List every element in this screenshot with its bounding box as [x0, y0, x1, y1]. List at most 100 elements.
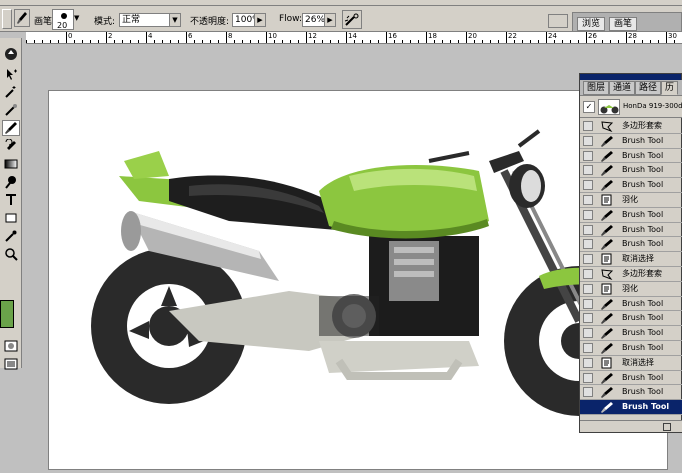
- brush-preset-picker[interactable]: 20: [52, 9, 74, 30]
- type-tool-icon[interactable]: [2, 192, 20, 208]
- history-brush-source-toggle[interactable]: [583, 372, 593, 383]
- history-brush-source-toggle[interactable]: [583, 135, 593, 146]
- history-brush-source-toggle[interactable]: [583, 357, 593, 368]
- brush-icon: [600, 327, 614, 340]
- history-item[interactable]: Brush Tool: [580, 163, 682, 179]
- history-snapshot[interactable]: ✓ HonDa 919-300dp: [580, 96, 682, 118]
- history-item[interactable]: Brush Tool: [580, 400, 682, 415]
- history-brush-source-toggle[interactable]: [583, 342, 593, 353]
- history-brush-source-toggle[interactable]: [583, 283, 593, 294]
- history-brush-source-toggle[interactable]: [583, 239, 593, 250]
- ruler-label: 0: [68, 32, 73, 40]
- history-item[interactable]: 取消选择: [580, 356, 682, 371]
- adobe-online-icon[interactable]: [2, 46, 20, 62]
- history-brush-source-toggle[interactable]: [583, 180, 593, 191]
- brush-size: 20: [57, 21, 68, 30]
- ruler-label: 4: [148, 32, 153, 40]
- palette-well-icon[interactable]: [548, 14, 568, 28]
- history-item[interactable]: Brush Tool: [580, 134, 682, 149]
- move-tool-icon[interactable]: [2, 66, 20, 82]
- history-item[interactable]: 多边形套索: [580, 119, 682, 134]
- deselect-icon: [600, 253, 614, 265]
- history-item[interactable]: Brush Tool: [580, 311, 682, 327]
- brush-icon: [600, 164, 614, 177]
- magic-wand-icon[interactable]: [2, 84, 20, 100]
- panel-tabs: 图层 通道 路径 历: [580, 80, 682, 96]
- tab-brushes[interactable]: 画笔: [609, 17, 638, 31]
- brush-tool-icon[interactable]: [2, 120, 20, 136]
- ruler-label: 24: [548, 32, 557, 40]
- history-item[interactable]: Brush Tool: [580, 341, 682, 356]
- history-item[interactable]: 取消选择: [580, 252, 682, 267]
- history-item-label: 取消选择: [622, 357, 654, 367]
- history-item[interactable]: Brush Tool: [580, 178, 682, 193]
- history-item-label: Brush Tool: [622, 239, 664, 249]
- brush-icon: [600, 401, 614, 414]
- dodge-tool-icon[interactable]: [2, 174, 20, 190]
- chevron-right-icon: ▶: [254, 14, 265, 26]
- history-item[interactable]: Brush Tool: [580, 149, 682, 164]
- brush-icon: [600, 135, 614, 147]
- history-item[interactable]: Brush Tool: [580, 326, 682, 341]
- history-brush-source-toggle[interactable]: [583, 209, 593, 220]
- screen-mode-icon[interactable]: [2, 356, 20, 372]
- history-brush-source-toggle[interactable]: [583, 313, 593, 324]
- ruler-label: 6: [188, 32, 193, 40]
- tab-history[interactable]: 历: [661, 81, 679, 95]
- ruler-label: 30: [668, 32, 677, 40]
- flow-field[interactable]: 26% ▶: [302, 13, 336, 27]
- panel-footer: [580, 420, 682, 432]
- tab-layers[interactable]: 图层: [583, 81, 610, 95]
- options-bar-grip[interactable]: [2, 9, 12, 29]
- history-item-label: 多边形套索: [622, 268, 662, 278]
- shape-tool-icon[interactable]: [2, 210, 20, 226]
- history-item-label: 羽化: [622, 194, 638, 204]
- history-brush-source-toggle[interactable]: [583, 254, 593, 265]
- fuel-tank: [319, 165, 489, 239]
- tool-preset-picker[interactable]: [14, 9, 30, 27]
- history-brush-source-toggle[interactable]: [583, 165, 593, 176]
- tab-file-browser[interactable]: 浏览: [577, 17, 606, 31]
- history-brush-source-toggle[interactable]: [583, 387, 593, 398]
- history-brush-icon[interactable]: [2, 138, 20, 154]
- history-brush-source-toggle[interactable]: [583, 268, 593, 279]
- history-brush-source-toggle[interactable]: [583, 194, 593, 205]
- zoom-tool-icon[interactable]: [2, 246, 20, 262]
- standard-mode-icon[interactable]: [2, 338, 20, 354]
- tab-channels[interactable]: 通道: [609, 81, 636, 95]
- history-item[interactable]: Brush Tool: [580, 237, 682, 253]
- history-brush-source-toggle[interactable]: [583, 402, 593, 413]
- healing-brush-icon[interactable]: [2, 102, 20, 118]
- tab-paths[interactable]: 路径: [635, 81, 662, 95]
- flow-label: Flow:: [279, 14, 303, 24]
- chevron-down-icon[interactable]: ▼: [74, 14, 79, 22]
- history-brush-source-toggle[interactable]: [583, 224, 593, 235]
- history-brush-source-toggle[interactable]: [583, 121, 593, 131]
- opacity-field[interactable]: 100% ▶: [232, 13, 266, 27]
- foreground-color-swatch[interactable]: [0, 300, 14, 328]
- history-item[interactable]: Brush Tool: [580, 208, 682, 223]
- history-brush-source-toggle[interactable]: [583, 150, 593, 161]
- history-item[interactable]: Brush Tool: [580, 371, 682, 386]
- ruler-label: 8: [228, 32, 233, 40]
- history-brush-source-toggle[interactable]: [583, 298, 593, 309]
- ruler-label: 18: [428, 32, 437, 40]
- brush-icon: [600, 312, 614, 325]
- history-item[interactable]: 羽化: [580, 193, 682, 208]
- gradient-tool-icon[interactable]: [2, 156, 20, 172]
- document-canvas[interactable]: [48, 90, 668, 470]
- history-item[interactable]: Brush Tool: [580, 385, 682, 401]
- history-item[interactable]: Brush Tool: [580, 297, 682, 312]
- history-item-label: Brush Tool: [622, 165, 664, 175]
- airbrush-toggle[interactable]: [342, 10, 362, 29]
- history-item[interactable]: 羽化: [580, 282, 682, 297]
- history-item[interactable]: Brush Tool: [580, 223, 682, 238]
- brush-icon: [600, 342, 614, 354]
- ruler-label: 14: [348, 32, 357, 40]
- eyedropper-icon[interactable]: [2, 228, 20, 244]
- mode-select[interactable]: 正常 ▼: [119, 13, 181, 27]
- history-brush-source-toggle[interactable]: [583, 328, 593, 339]
- history-item[interactable]: 多边形套索: [580, 267, 682, 282]
- trash-icon[interactable]: [663, 423, 671, 431]
- snapshot-source-toggle[interactable]: ✓: [583, 101, 595, 113]
